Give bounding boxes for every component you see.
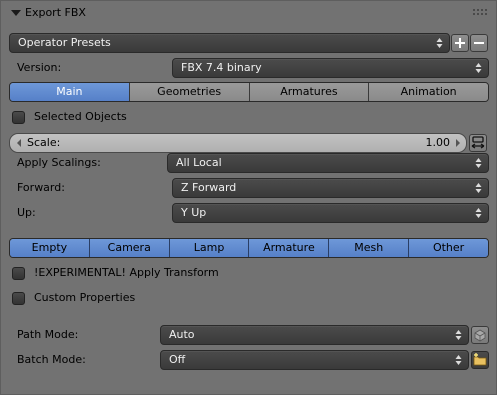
path-mode-value: Auto: [169, 328, 195, 341]
apply-scalings-value: All Local: [176, 156, 222, 169]
updown-arrows-icon: [455, 354, 462, 366]
batch-mode-dropdown[interactable]: Off: [160, 350, 469, 370]
package-icon: [474, 329, 486, 342]
forward-label: Forward:: [17, 181, 65, 194]
apply-scalings-dropdown[interactable]: All Local: [167, 153, 489, 173]
scale-units-button[interactable]: [469, 134, 487, 152]
object-type-camera[interactable]: Camera: [88, 239, 169, 257]
panel-title: Export FBX: [25, 6, 86, 19]
selected-objects-label: Selected Objects: [34, 110, 127, 123]
object-type-armature[interactable]: Armature: [248, 239, 329, 257]
object-type-empty[interactable]: Empty: [10, 239, 89, 257]
scale-arrows-icon: [471, 136, 485, 149]
updown-arrows-icon: [455, 329, 462, 341]
object-type-other[interactable]: Other: [408, 239, 488, 257]
remove-preset-button[interactable]: [470, 34, 488, 52]
new-folder-icon: [473, 353, 487, 366]
updown-arrows-icon: [475, 62, 482, 74]
collapse-arrow-icon[interactable]: [10, 5, 22, 21]
tab-animation[interactable]: Animation: [368, 83, 488, 101]
tab-armatures[interactable]: Armatures: [248, 83, 369, 101]
tab-main[interactable]: Main: [10, 83, 129, 101]
new-folder-button[interactable]: [471, 351, 489, 369]
updown-arrows-icon: [475, 207, 482, 219]
version-value: FBX 7.4 binary: [181, 61, 262, 74]
operator-presets-dropdown[interactable]: Operator Presets: [9, 33, 450, 53]
apply-transform-checkbox[interactable]: [12, 267, 25, 280]
path-mode-label: Path Mode:: [17, 328, 79, 341]
scale-value: 1.00: [425, 136, 451, 149]
updown-arrows-icon: [475, 182, 482, 194]
tab-geometries[interactable]: Geometries: [128, 83, 249, 101]
updown-arrows-icon: [475, 157, 482, 169]
object-type-lamp[interactable]: Lamp: [168, 239, 249, 257]
forward-value: Z Forward: [181, 181, 237, 194]
object-type-mesh[interactable]: Mesh: [328, 239, 409, 257]
minus-icon: [474, 42, 484, 44]
scale-label: Scale:: [27, 136, 61, 149]
version-label: Version:: [17, 61, 62, 74]
path-mode-dropdown[interactable]: Auto: [160, 325, 469, 345]
custom-properties-checkbox[interactable]: [12, 292, 25, 305]
selected-objects-checkbox[interactable]: [12, 111, 25, 124]
forward-dropdown[interactable]: Z Forward: [172, 178, 489, 198]
updown-arrows-icon: [436, 37, 443, 49]
drag-grip-icon[interactable]: [473, 9, 487, 15]
object-types-toggle: Empty Camera Lamp Armature Mesh Other: [9, 238, 489, 258]
custom-properties-label: Custom Properties: [34, 291, 136, 304]
up-label: Up:: [17, 206, 36, 219]
plus-icon: [455, 38, 465, 48]
batch-mode-value: Off: [169, 353, 186, 366]
scale-slider[interactable]: Scale: 1.00: [9, 133, 467, 153]
apply-scalings-label: Apply Scalings:: [17, 156, 101, 169]
add-preset-button[interactable]: [451, 34, 469, 52]
up-value: Y Up: [181, 206, 207, 219]
fbx-tabs: Main Geometries Armatures Animation: [9, 82, 489, 102]
batch-mode-label: Batch Mode:: [17, 353, 86, 366]
export-fbx-panel: Export FBX Operator Presets Version: FBX…: [0, 0, 497, 395]
operator-presets-label: Operator Presets: [18, 36, 111, 49]
version-dropdown[interactable]: FBX 7.4 binary: [172, 58, 489, 78]
apply-transform-label: !EXPERIMENTAL! Apply Transform: [34, 266, 219, 279]
embed-textures-button[interactable]: [471, 326, 489, 344]
up-dropdown[interactable]: Y Up: [172, 203, 489, 223]
